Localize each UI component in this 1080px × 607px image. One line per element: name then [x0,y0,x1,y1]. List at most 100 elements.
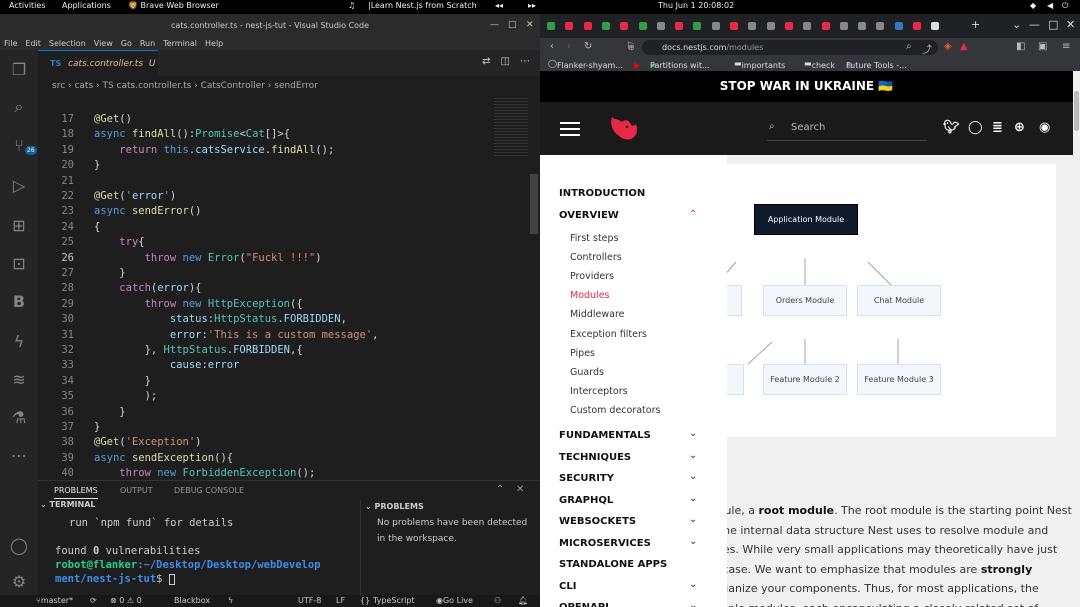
menu-terminal[interactable]: Terminal [163,39,197,48]
browser-tab[interactable] [858,22,867,30]
source-control-icon[interactable]: ⑂ 26 [8,134,37,156]
wifi-icon[interactable]: ◆ [1030,1,1036,10]
browser-tab[interactable] [748,22,757,30]
git-branch[interactable]: ⑂ master* [36,595,73,607]
browser-tab[interactable] [803,22,812,30]
browser-tab[interactable] [839,22,848,30]
browser-tab[interactable] [565,22,574,30]
media-next-icon[interactable]: ▸▸ [528,1,536,10]
nav-item-providers[interactable]: Providers [570,271,614,282]
nestjs-logo-icon[interactable] [606,113,640,143]
stackoverflow-icon[interactable]: ≣ [992,120,1003,135]
discord-icon[interactable]: ◉ [1039,120,1050,135]
activities-button[interactable]: Activities [9,1,46,10]
compare-icon[interactable]: ⇄ [482,56,490,67]
chevron-down-icon[interactable]: ⌄ [689,493,697,504]
code-line[interactable]: 34 } [38,374,490,389]
extensions-icon[interactable]: ⊞ [8,214,30,236]
code-line[interactable]: 38 @Get('Exception') [38,435,490,450]
editor-scrollbar[interactable] [530,174,538,234]
code-line[interactable]: 39 async sendException(){ [38,451,490,466]
media-prev-icon[interactable]: ◂◂ [495,1,503,10]
breadcrumb-cats[interactable]: cats [74,81,93,91]
code-line[interactable]: 37} [38,420,490,435]
nav-item-controllers[interactable]: Controllers [570,252,622,263]
ukraine-banner[interactable]: STOP WAR IN UKRAINE 🇺🇦 [540,71,1073,102]
new-tab-icon[interactable]: + [971,18,980,31]
split-editor-icon[interactable]: ◫ [501,56,510,67]
code-line[interactable]: 25 try{ [38,235,490,250]
remote-explorer-icon[interactable]: ⊡ [8,252,30,274]
nav-item-pipes[interactable]: Pipes [570,348,595,359]
forward-icon[interactable]: › [567,41,571,52]
menu-selection[interactable]: Selection [49,39,86,48]
code-line[interactable]: 33 cause:error [38,358,490,373]
maximize-icon[interactable]: □ [508,14,517,37]
browser-tab[interactable] [784,22,793,30]
run-debug-icon[interactable]: ▷ [8,174,30,196]
sync-icon[interactable]: ⟳ [90,595,97,607]
nav-item-exception-filters[interactable]: Exception filters [570,329,647,340]
code-editor[interactable]: 17 @Get() 18 async findAll():Promise<Cat[]>… [38,96,490,480]
nav-section-websockets[interactable]: WEBSOCKETS [559,516,636,527]
thunder-icon[interactable]: ϟ [8,330,30,352]
nav-section-techniques[interactable]: TECHNIQUES [559,452,631,463]
github-icon[interactable]: ◯ [968,120,983,135]
nav-section-security[interactable]: SECURITY [559,473,614,484]
problems-count[interactable]: ⊗ 0 ⚠ 0 [110,595,142,607]
nav-section-introduction[interactable]: INTRODUCTION [559,188,645,199]
bookmark-check[interactable]: ▬ check [804,59,835,70]
nav-section-standalone-apps[interactable]: STANDALONE APPS [559,559,667,570]
back-icon[interactable]: ‹ [550,41,554,52]
brave-rewards-icon[interactable]: ▲ [960,41,968,52]
code-line[interactable]: 22 @Get('error') [38,189,490,204]
account-icon[interactable]: ◯ [8,534,30,556]
settings-gear-icon[interactable]: ⚙ [8,570,30,592]
browser-tab[interactable] [894,22,903,30]
nav-item-first-steps[interactable]: First steps [570,233,619,244]
code-line[interactable]: 21 [38,174,490,189]
code-line[interactable]: 30 status:HttpStatus.FORBIDDEN, [38,312,490,327]
close-icon[interactable]: ✕ [1066,18,1075,31]
nav-section-overview[interactable]: OVERVIEW [559,210,619,221]
nav-section-microservices[interactable]: MICROSERVICES [559,538,651,549]
nav-section-fundamentals[interactable]: FUNDAMENTALS [559,430,651,441]
browser-tab[interactable] [876,22,885,30]
nav-section-cli[interactable]: CLI [559,581,576,592]
nav-item-middleware[interactable]: Middleware [570,309,625,320]
code-line[interactable]: 26 throw new Error("Fuckl !!!") [38,251,490,266]
encoding-status[interactable]: UTF-8 [298,595,321,607]
url-field[interactable]: docs.nestjs.com/modules ⊕ [628,40,938,55]
code-line[interactable]: 31 error:'This is a custom message', [38,328,490,343]
browser-tab[interactable] [601,22,610,30]
browser-tab[interactable] [766,22,775,30]
braces-icon[interactable]: {} [360,595,370,607]
code-line[interactable]: 28 catch(error){ [38,281,490,296]
tab-search-icon[interactable]: ⌄ [1012,18,1021,31]
brave-shields-icon[interactable]: ◈ [944,41,952,52]
code-line[interactable]: 32 }, HttpStatus.FORBIDDEN,{ [38,343,490,358]
code-line[interactable]: 19 return this.catsService.findAll(); [38,143,490,158]
test-icon[interactable]: ⚗ [8,406,30,428]
chevron-down-icon[interactable]: ⌄ [689,471,697,482]
power-icon[interactable]: ⏻ [1062,1,1068,11]
minimize-icon[interactable]: — [1029,18,1040,31]
chevron-down-icon[interactable]: ⌄ [689,428,697,439]
menu-file[interactable]: File [4,39,17,48]
close-icon[interactable]: ✕ [526,14,534,37]
code-line[interactable]: 24 { [38,220,490,235]
volume-icon[interactable]: ◀ [1047,1,1053,10]
language-status[interactable]: TypeScript [373,595,415,607]
tab-debug-console[interactable]: DEBUG CONSOLE [174,486,244,495]
browser-tab[interactable] [913,22,921,30]
browser-tab[interactable] [656,22,665,30]
breadcrumb-method[interactable]: sendError [274,81,318,91]
code-line[interactable]: 36 } [38,405,490,420]
breadcrumb-file[interactable]: TS cats.controller.ts [102,81,191,91]
page-scrollbar[interactable] [1073,71,1080,607]
browser-tab[interactable] [711,22,720,30]
docs-search[interactable]: ⌕ Search [767,115,927,141]
browser-tab[interactable] [821,22,830,30]
menu-go[interactable]: Go [121,39,132,48]
reload-icon[interactable]: ↻ [584,41,592,52]
